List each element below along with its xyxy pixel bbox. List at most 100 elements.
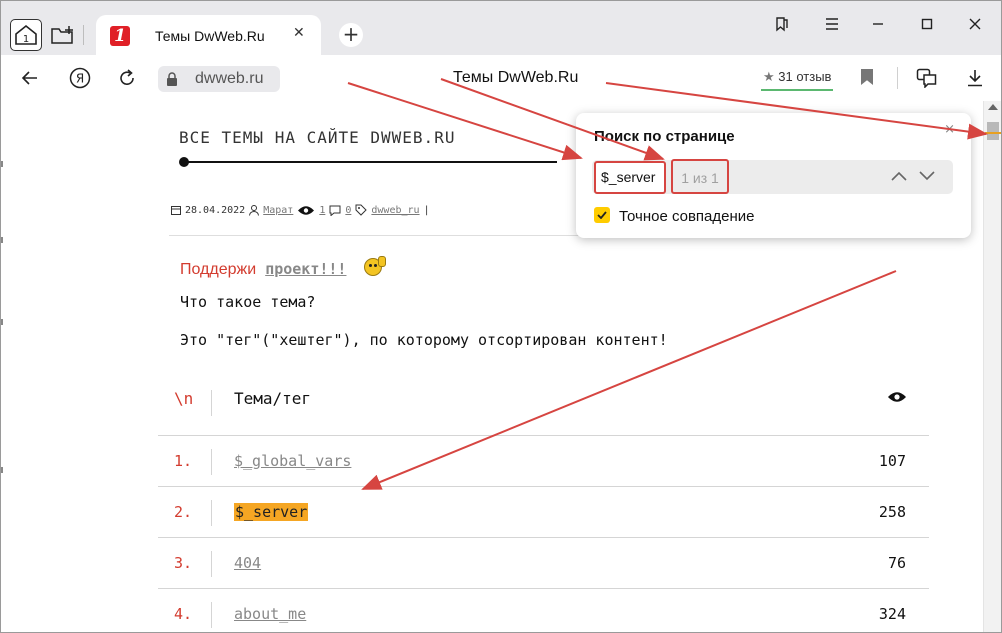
edge-mark: [1, 319, 3, 325]
star-icon: ★: [763, 69, 775, 84]
site-security-button[interactable]: [158, 66, 186, 92]
scroll-thumb[interactable]: [987, 122, 999, 140]
tab-close-icon[interactable]: ✕: [293, 26, 307, 40]
back-button[interactable]: [17, 65, 43, 91]
close-window-button[interactable]: [964, 13, 986, 35]
chevron-up-icon[interactable]: [890, 169, 908, 183]
yandex-icon: Я: [69, 67, 91, 89]
svg-text:1: 1: [23, 34, 29, 45]
chevron-down-icon[interactable]: [918, 169, 936, 183]
support-project-link[interactable]: проект!!!: [265, 260, 346, 278]
yandex-button[interactable]: Я: [67, 65, 93, 91]
maximize-button[interactable]: [916, 13, 938, 35]
row-view-count: 107: [878, 452, 906, 470]
download-icon: [968, 70, 982, 87]
minimize-icon: [873, 23, 883, 25]
post-date: 28.04.2022: [185, 204, 246, 216]
row-number: 4.: [174, 605, 193, 623]
author-link[interactable]: Марат: [263, 205, 293, 216]
find-panel-title: Поиск по странице: [594, 128, 735, 145]
chat-bubbles-icon: [916, 68, 937, 88]
tab-title: Темы DwWeb.Ru: [155, 28, 265, 44]
column-separator: [211, 602, 212, 628]
views-count[interactable]: 1: [319, 205, 325, 216]
browser-window: 1 1 Темы DwWeb.Ru ✕ + Я dwweb.ru Темы Dw…: [0, 0, 1002, 633]
reload-button[interactable]: [114, 65, 140, 91]
site-rating-button[interactable]: ★ 31 отзыв: [761, 67, 834, 91]
tab-active[interactable]: 1 Темы DwWeb.Ru ✕: [96, 15, 321, 59]
hamburger-icon: [826, 18, 838, 30]
find-close-icon[interactable]: ×: [944, 122, 955, 137]
support-line: Поддержи проект!!!: [180, 256, 386, 279]
lock-icon: [167, 72, 177, 86]
find-in-page-panel: Поиск по странице × $_server 1 из 1 Точн…: [576, 113, 971, 238]
bookmarks-icon: [776, 17, 788, 32]
header-tag-column: Тема/тег: [234, 389, 312, 408]
row-number: 1.: [174, 452, 193, 470]
rating-text: 31 отзыв: [778, 69, 832, 84]
find-query-input[interactable]: $_server: [594, 161, 666, 194]
answer-text: Это "тег"("хештег"), по которому отсорти…: [180, 331, 668, 349]
header-line: [187, 161, 557, 163]
support-text: Поддержи: [180, 261, 257, 278]
tag-link-highlighted[interactable]: $_server: [234, 503, 309, 521]
new-tab-group-button[interactable]: [47, 19, 79, 51]
column-separator: [211, 449, 212, 475]
eye-icon: [888, 392, 906, 402]
table-row: 4. about_me 324: [158, 590, 929, 632]
exact-match-checkbox[interactable]: [594, 207, 610, 223]
meta-separator: |: [423, 204, 430, 216]
thumbs-up-smiley-icon: [363, 256, 386, 276]
table-row: 1. $_global_vars 107: [158, 437, 929, 487]
checkmark-icon: [597, 211, 607, 219]
arrow-left-icon: [21, 71, 37, 85]
find-field: $_server 1 из 1: [592, 159, 953, 194]
page-scrollbar[interactable]: [983, 101, 1001, 632]
comments-count[interactable]: 0: [345, 205, 351, 216]
folder-plus-icon: [51, 26, 73, 44]
maximize-icon: [921, 18, 933, 30]
downloads-button[interactable]: [964, 67, 986, 89]
tag-link[interactable]: $_global_vars: [234, 452, 351, 470]
address-page-title: Темы DwWeb.Ru: [453, 69, 579, 86]
row-view-count: 258: [878, 503, 906, 521]
alice-button[interactable]: [916, 67, 938, 89]
find-match-count: 1 из 1: [671, 159, 729, 194]
tags-table-header: \n Тема/тег: [158, 376, 929, 436]
tag-link[interactable]: 404: [234, 554, 261, 572]
close-icon: [969, 18, 981, 30]
tab-strip: 1 1 Темы DwWeb.Ru ✕ +: [1, 1, 1001, 59]
row-view-count: 76: [887, 554, 906, 572]
bookmarks-panel-button[interactable]: [771, 13, 793, 35]
column-separator: [211, 500, 212, 526]
row-number: 2.: [174, 503, 193, 521]
new-tab-button[interactable]: +: [339, 23, 363, 47]
address-bar: Я dwweb.ru Темы DwWeb.Ru ★ 31 отзыв: [1, 55, 1001, 101]
header-num-column: \n: [174, 389, 194, 408]
row-number: 3.: [174, 554, 193, 572]
calendar-icon: [171, 206, 181, 215]
post-meta: 28.04.2022 Марат 1 0 dwweb_ru |: [171, 204, 430, 216]
url-field[interactable]: dwweb.ru: [186, 66, 280, 92]
edge-mark: [1, 161, 3, 167]
tag-link[interactable]: about_me: [234, 605, 306, 623]
svg-text:Я: Я: [76, 72, 84, 86]
home-icon: 1: [15, 24, 37, 45]
tab-groups-button[interactable]: 1: [10, 19, 42, 51]
menu-button[interactable]: [821, 13, 843, 35]
question-text: Что такое тема?: [180, 293, 316, 311]
minimize-button[interactable]: [867, 13, 889, 35]
scroll-up-arrow-icon[interactable]: [988, 104, 998, 110]
comment-icon: [329, 205, 341, 216]
tab-strip-divider: [83, 25, 84, 45]
bookmark-icon[interactable]: [861, 69, 873, 85]
table-row: 2. $_server 258: [158, 488, 929, 538]
edge-mark: [1, 237, 3, 243]
tag-link[interactable]: dwweb_ru: [371, 205, 419, 216]
row-view-count: 324: [878, 605, 906, 623]
site-header-title: ВСЕ ТЕМЫ НА САЙТЕ DWWEB.RU: [179, 128, 456, 147]
edge-mark: [1, 467, 3, 473]
site-favicon-icon: 1: [110, 26, 130, 46]
table-row: 3. 404 76: [158, 539, 929, 589]
content-divider: [169, 235, 599, 236]
